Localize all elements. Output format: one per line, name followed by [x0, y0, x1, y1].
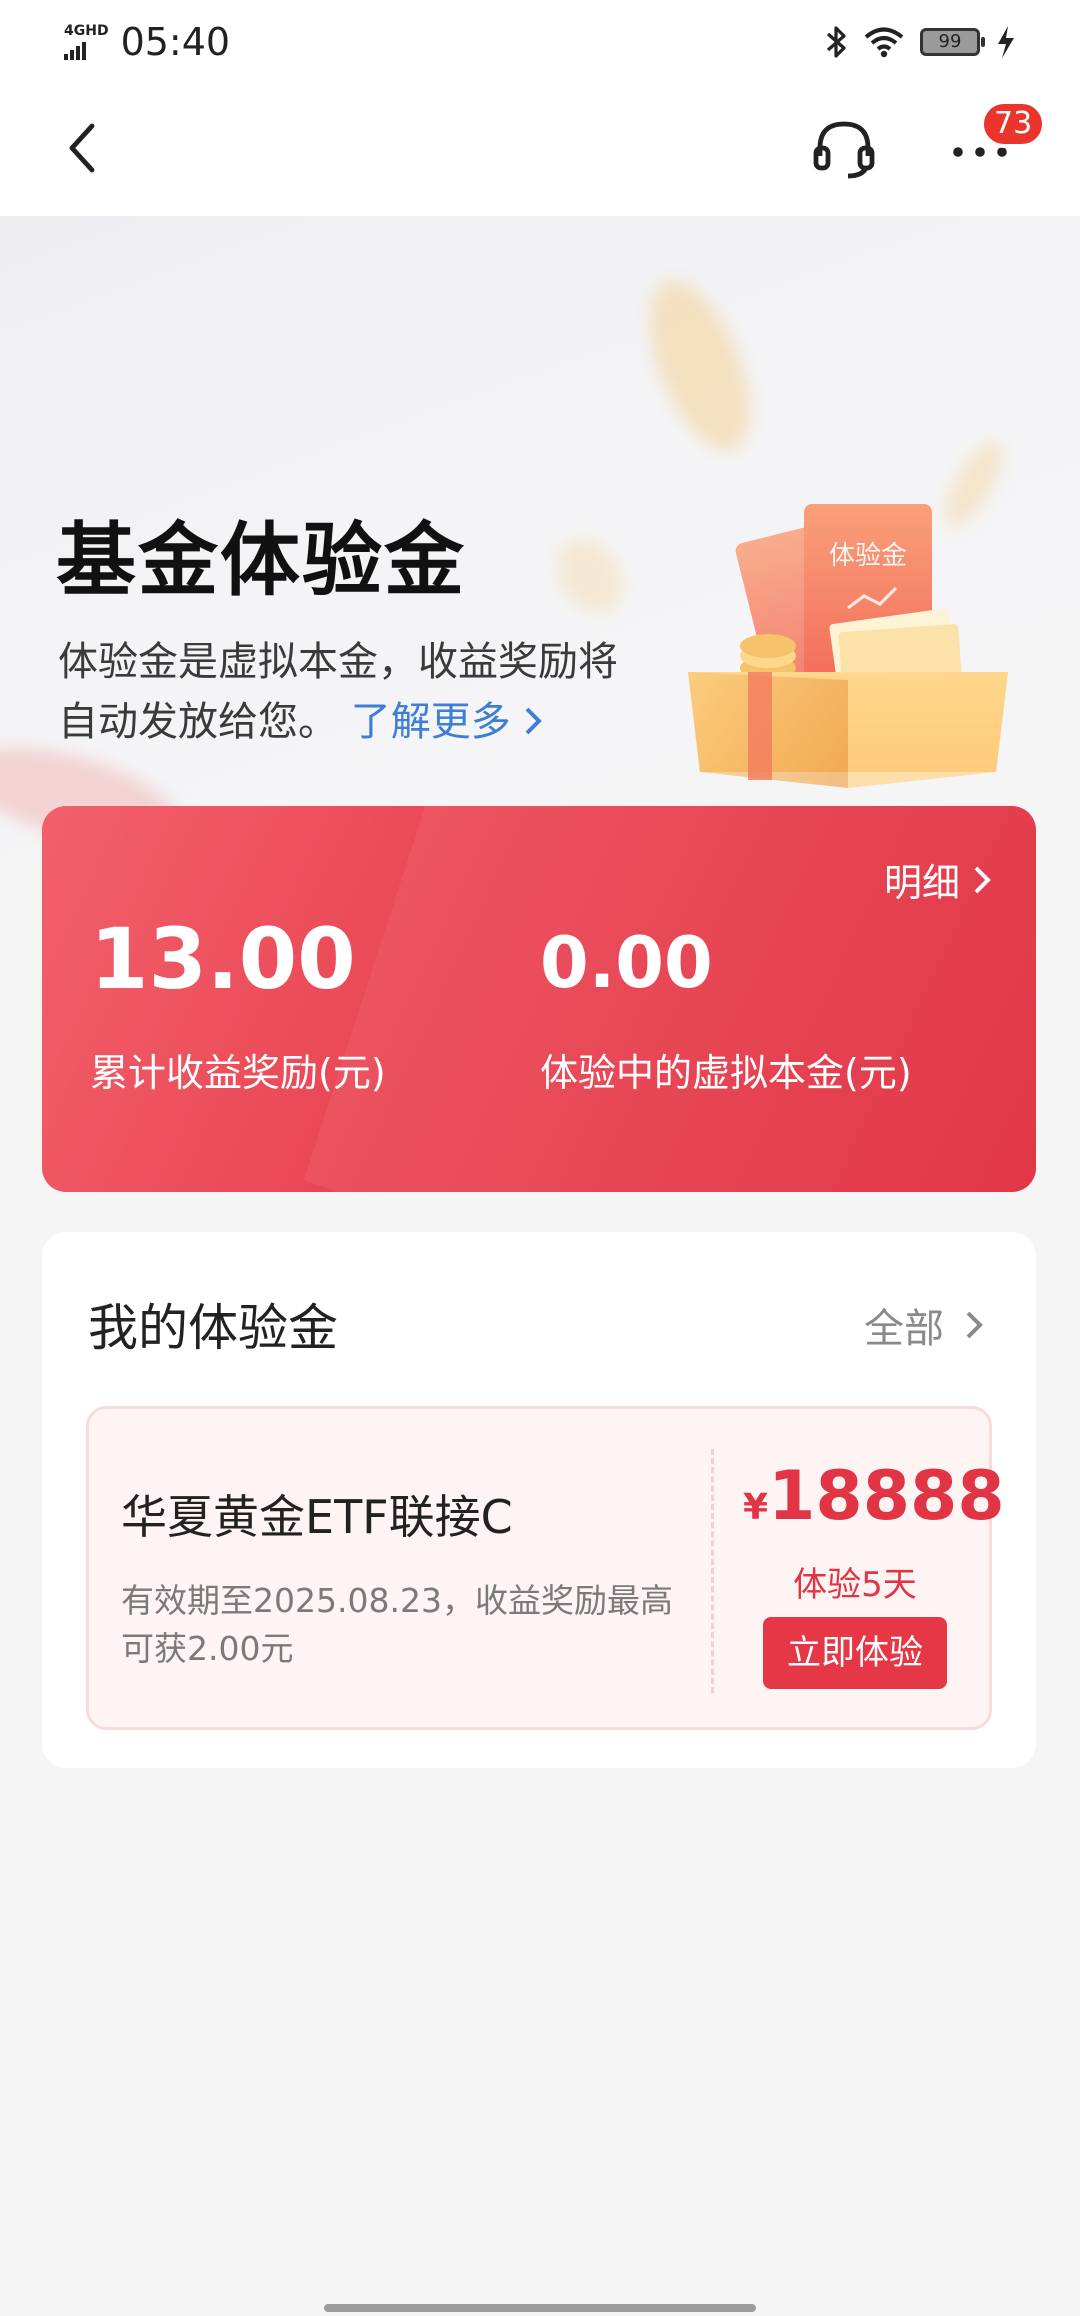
- gift-box-illustration: 体验金: [688, 504, 1008, 788]
- nav-bar: [0, 84, 1080, 216]
- view-all-link[interactable]: 全部: [864, 1296, 984, 1354]
- total-reward-value: 13.00: [90, 910, 356, 1008]
- charging-icon: [998, 26, 1014, 58]
- headset-icon[interactable]: [808, 112, 880, 184]
- battery-icon: 99: [920, 28, 985, 56]
- fund-name: 华夏黄金ETF联接C: [121, 1490, 513, 1544]
- status-time: 05:40: [120, 20, 231, 64]
- total-reward-label: 累计收益奖励(元): [90, 1051, 386, 1095]
- voucher-amount: ¥18888: [743, 1457, 1005, 1536]
- network-type: 4GHD: [64, 23, 109, 39]
- currency-symbol: ¥: [743, 1487, 769, 1528]
- detail-link[interactable]: 明细: [884, 852, 992, 907]
- detail-label: 明细: [883, 861, 960, 905]
- my-experience-funds-card: 我的体验金 全部 华夏黄金ETF联接C 有效期至2025.08.23，收益奖励最…: [42, 1232, 1036, 1768]
- decorative-streak: [544, 526, 636, 626]
- view-all-label: 全部: [864, 1306, 944, 1352]
- decorative-streak: [629, 267, 771, 465]
- experience-duration: 体验5天: [793, 1565, 917, 1605]
- signal-icon: 4GHD: [64, 24, 109, 60]
- status-bar: 4GHD 05:40 99: [0, 0, 1080, 84]
- learn-more-label: 了解更多: [350, 699, 511, 745]
- notification-badge: 73: [980, 100, 1047, 148]
- section-title: 我的体验金: [88, 1299, 338, 1357]
- page-title: 基金体验金: [56, 514, 466, 607]
- battery-level: 99: [938, 31, 962, 52]
- bluetooth-icon: [826, 26, 846, 58]
- virtual-principal-value: 0.00: [540, 922, 713, 1004]
- hero-description: 体验金是虚拟本金，收益奖励将自动发放给您。 了解更多: [58, 632, 638, 752]
- virtual-principal-label: 体验中的虚拟本金(元): [540, 1051, 912, 1095]
- fund-voucher[interactable]: 华夏黄金ETF联接C 有效期至2025.08.23，收益奖励最高可获2.00元 …: [86, 1406, 1005, 1730]
- try-now-button[interactable]: 立即体验: [763, 1617, 947, 1689]
- chevron-right-icon: [974, 866, 991, 893]
- status-left: 4GHD 05:40: [64, 20, 230, 64]
- learn-more-link[interactable]: 了解更多: [351, 699, 544, 745]
- back-icon[interactable]: [52, 114, 120, 182]
- home-indicator[interactable]: [324, 2304, 756, 2312]
- illustration-label: 体验金: [829, 541, 907, 571]
- amount-value: 18888: [768, 1457, 1005, 1536]
- status-right: 99: [824, 24, 1016, 60]
- reward-summary-card: 明细 13.00 累计收益奖励(元) 0.00 体验中的虚拟本金(元): [42, 806, 1036, 1192]
- hero-banner: 基金体验金 体验金是虚拟本金，收益奖励将自动发放给您。 了解更多 体验金: [0, 216, 1080, 856]
- fund-description: 有效期至2025.08.23，收益奖励最高可获2.00元: [121, 1581, 673, 1668]
- wifi-icon: [864, 27, 904, 58]
- chevron-right-icon: [526, 707, 543, 735]
- voucher-divider: [711, 1449, 714, 1693]
- chevron-right-icon: [966, 1311, 983, 1339]
